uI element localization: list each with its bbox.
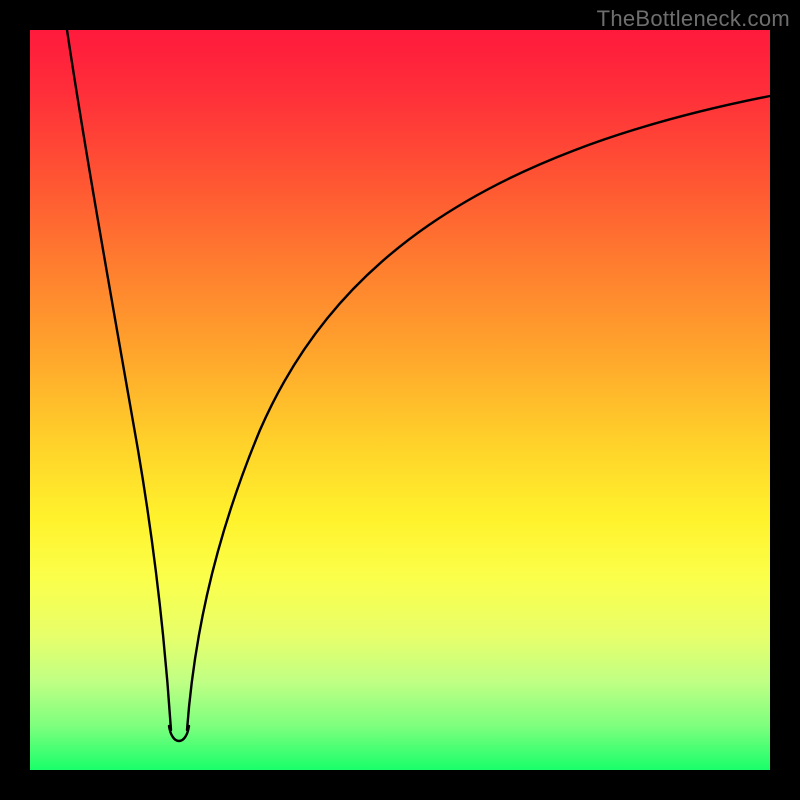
bottleneck-curve: [30, 30, 770, 770]
curve-right-branch: [187, 96, 770, 730]
curve-left-branch: [67, 30, 171, 730]
chart-frame: TheBottleneck.com: [0, 0, 800, 800]
attribution-label: TheBottleneck.com: [597, 6, 790, 32]
